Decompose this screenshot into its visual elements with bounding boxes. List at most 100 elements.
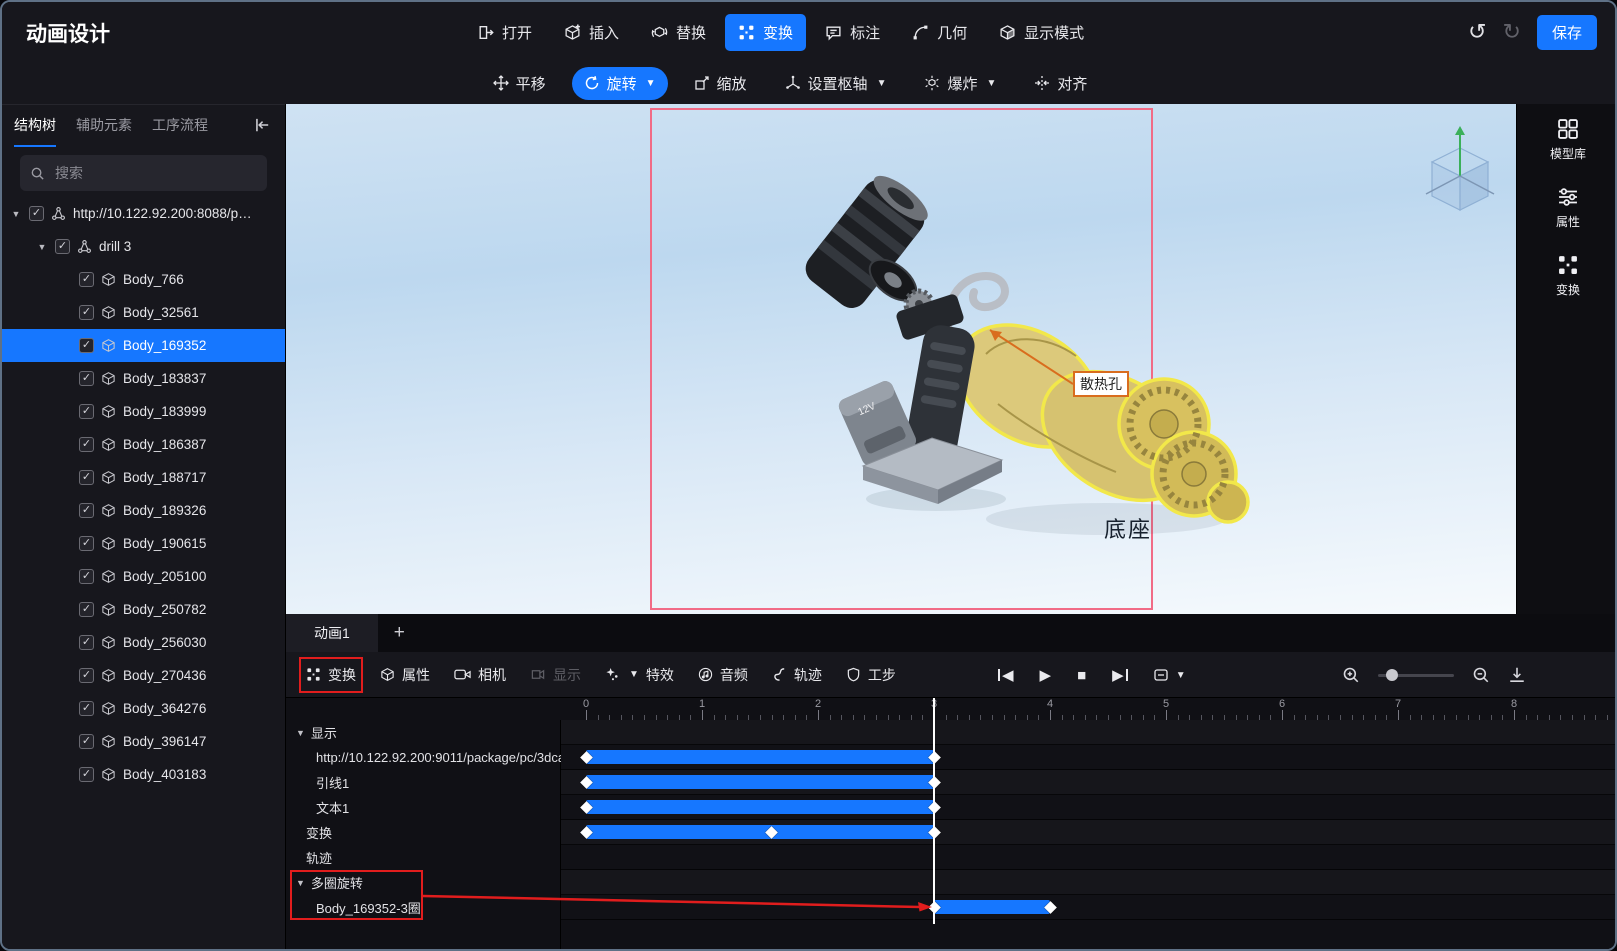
checkbox[interactable]: ✓ [79,404,94,419]
checkbox[interactable]: ✓ [79,734,94,749]
tree-item-body[interactable]: ✓ Body_169352 [2,329,285,362]
prev-frame-button[interactable]: ◀ [998,666,1014,684]
open-button[interactable]: 打开 [464,14,545,51]
properties-button[interactable]: 属性 [1556,186,1580,230]
tree-item-body[interactable]: ✓ Body_403183 [2,758,285,791]
track-section-label[interactable]: ▼ 显示 [286,720,560,745]
playhead[interactable] [933,698,935,924]
timeline-ruler[interactable]: 012345678 [561,698,1615,720]
tl-display-button[interactable]: 显示 [530,665,581,685]
checkbox[interactable]: ✓ [79,635,94,650]
timeline-clip-bar[interactable] [586,825,934,839]
animation-tab[interactable]: 动画1 [286,614,378,652]
zoom-out-icon[interactable] [1472,666,1490,684]
tl-camera-button[interactable]: 相机 [454,665,506,685]
timeline-track-row[interactable] [561,820,1615,845]
insert-button[interactable]: 插入 [551,14,632,51]
tl-properties-button[interactable]: 属性 [380,665,430,685]
annotate-button[interactable]: 标注 [812,14,893,51]
geometry-button[interactable]: 几何 [899,14,980,51]
zoom-in-icon[interactable] [1342,666,1360,684]
explode-button[interactable]: 爆炸 ▼ [912,67,1008,100]
set-pivot-button[interactable]: 设置枢轴 ▼ [773,67,899,100]
timeline-track-row[interactable] [561,870,1615,895]
tree-item-body[interactable]: ✓ Body_188717 [2,461,285,494]
tree-item-body[interactable]: ✓ Body_190615 [2,527,285,560]
tree-item-body[interactable]: ✓ Body_766 [2,263,285,296]
playback-options-dropdown[interactable]: ▼ [1154,668,1186,682]
export-download-icon[interactable] [1508,666,1526,684]
undo-icon[interactable]: ↺ [1468,19,1486,45]
search-input[interactable] [53,164,233,182]
stop-button[interactable]: ■ [1077,667,1086,684]
timeline-track-row[interactable] [561,770,1615,795]
checkbox[interactable]: ✓ [79,701,94,716]
tree-item-body[interactable]: ✓ Body_270436 [2,659,285,692]
tree-item-group[interactable]: ▼ ✓ drill 3 [2,230,285,263]
replace-button[interactable]: 替换 [638,14,719,51]
translate-button[interactable]: 平移 [481,67,558,100]
track-label[interactable]: 轨迹 [286,845,560,870]
timeline-track-row[interactable] [561,845,1615,870]
tree-item-body[interactable]: ✓ Body_250782 [2,593,285,626]
timeline-track-row[interactable] [561,795,1615,820]
checkbox[interactable]: ✓ [79,668,94,683]
display-mode-button[interactable]: 显示模式 [986,14,1097,51]
viewport-3d[interactable]: 散热孔 底座 12V [285,104,1516,614]
section-caret[interactable]: ▼ [296,728,305,738]
checkbox[interactable]: ✓ [55,239,70,254]
tree-item-body[interactable]: ✓ Body_364276 [2,692,285,725]
timeline-clip-bar[interactable] [586,750,934,764]
timeline-zoom-slider[interactable] [1378,668,1454,681]
timeline-clip-bar[interactable] [586,775,934,789]
checkbox[interactable]: ✓ [79,503,94,518]
tl-effects-caret[interactable]: ▼ [629,669,639,680]
checkbox[interactable]: ✓ [79,536,94,551]
track-label[interactable]: Body_169352-3圈 [286,895,560,920]
tree-item-body[interactable]: ✓ Body_183999 [2,395,285,428]
track-section-label[interactable]: ▼ 多圈旋转 [286,870,560,895]
annotation-callout[interactable]: 散热孔 [1073,371,1129,397]
track-label[interactable]: 文本1 [286,795,560,820]
tl-workstep-button[interactable]: 工步 [846,665,896,685]
checkbox[interactable]: ✓ [79,767,94,782]
tree-item-body[interactable]: ✓ Body_32561 [2,296,285,329]
timeline-track-row[interactable] [561,745,1615,770]
collapse-sidebar-icon[interactable] [253,116,271,134]
track-label[interactable]: 变换 [286,820,560,845]
rotate-button[interactable]: 旋转 ▼ [571,66,668,100]
timeline-track-row[interactable] [561,720,1615,745]
drill-model[interactable] [286,104,1516,614]
save-button[interactable]: 保存 [1536,14,1597,50]
expand-caret[interactable]: ▼ [10,209,22,219]
view-cube[interactable] [1414,118,1506,222]
tree-item-body[interactable]: ✓ Body_396147 [2,725,285,758]
tl-transform-button[interactable]: 变换 [306,665,356,685]
tree-item-body[interactable]: ✓ Body_189326 [2,494,285,527]
checkbox[interactable]: ✓ [79,569,94,584]
checkbox[interactable]: ✓ [79,602,94,617]
tl-effects-button[interactable]: ▼ 特效 [605,665,674,685]
tree-item-body[interactable]: ✓ Body_205100 [2,560,285,593]
tree-item-body[interactable]: ✓ Body_256030 [2,626,285,659]
tab-process-flow[interactable]: 工序流程 [152,105,208,147]
checkbox[interactable]: ✓ [79,371,94,386]
section-caret[interactable]: ▼ [296,878,305,888]
checkbox[interactable]: ✓ [79,338,94,353]
checkbox[interactable]: ✓ [79,470,94,485]
zoom-slider-thumb[interactable] [1386,668,1398,681]
rail-transform-button[interactable]: 变换 [1556,254,1580,298]
scale-button[interactable]: 缩放 [682,67,759,100]
rotate-dropdown-caret[interactable]: ▼ [646,78,656,89]
checkbox[interactable]: ✓ [29,206,44,221]
tab-structure-tree[interactable]: 结构树 [14,105,56,147]
tl-trajectory-button[interactable]: 轨迹 [772,665,822,685]
align-button[interactable]: 对齐 [1022,67,1099,100]
checkbox[interactable]: ✓ [79,272,94,287]
checkbox[interactable]: ✓ [79,437,94,452]
tab-auxiliary-elements[interactable]: 辅助元素 [76,105,132,147]
explode-dropdown-caret[interactable]: ▼ [986,78,996,89]
timeline-clip-bar[interactable] [586,800,934,814]
play-button[interactable]: ▶ [1040,666,1052,684]
track-label[interactable]: 引线1 [286,770,560,795]
